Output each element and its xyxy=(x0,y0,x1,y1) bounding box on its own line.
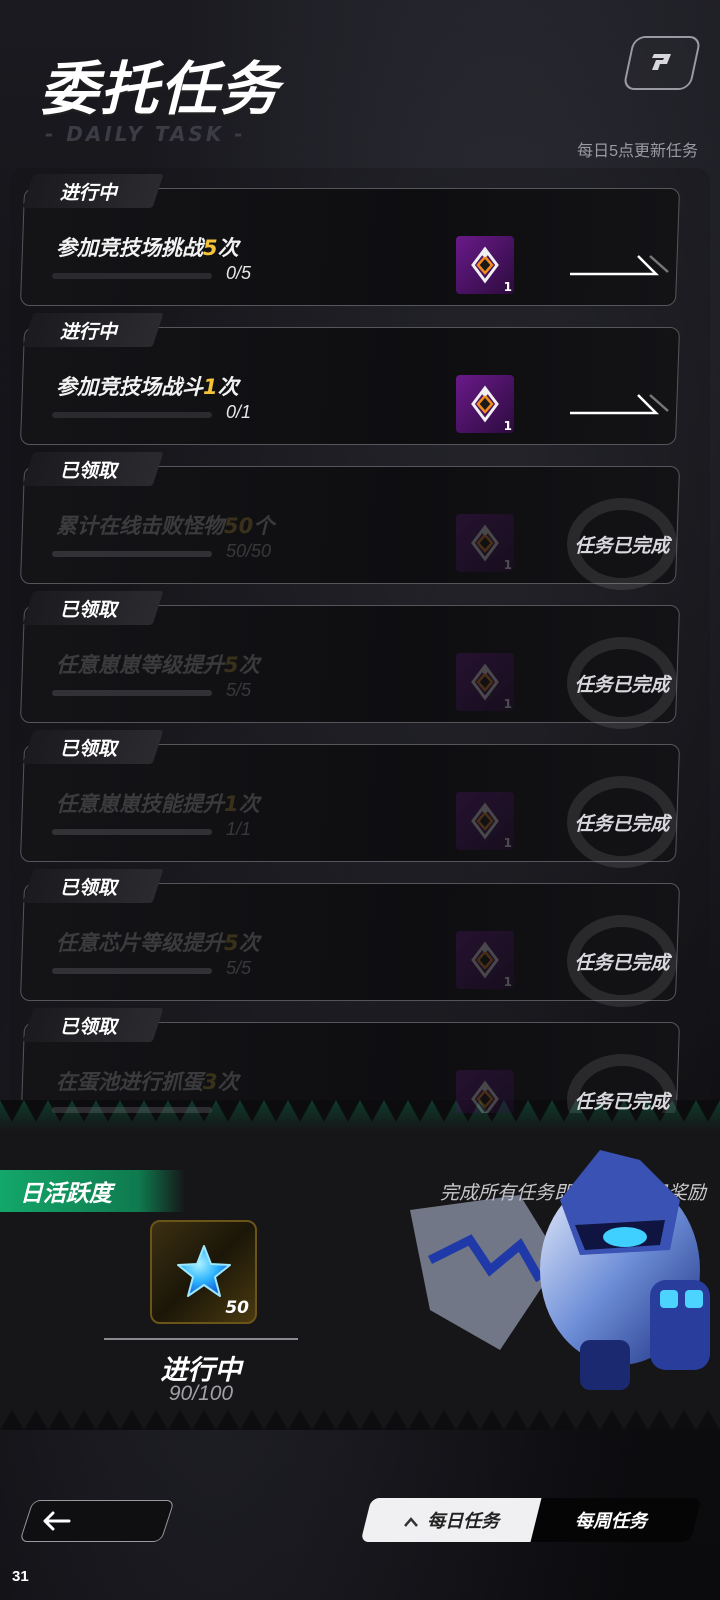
task-completed-stamp: 任务已完成 xyxy=(557,915,687,1007)
page-title: 委托任务 xyxy=(40,55,281,123)
task-name: 任意崽崽技能提升1次 xyxy=(56,792,260,816)
task-item[interactable]: 已领取任意崽崽等级提升5次 5/5 1 任务已完成 xyxy=(19,591,682,729)
chevron-up-icon xyxy=(403,1517,418,1527)
zigzag-bottom xyxy=(0,1400,720,1430)
task-item[interactable]: 已领取累计在线击败怪物50个 50/50 1 任务已完成 xyxy=(19,452,682,590)
task-progress-bar xyxy=(52,551,212,557)
task-status-tag: 进行中 xyxy=(22,313,164,347)
task-completed-stamp: 任务已完成 xyxy=(557,776,687,868)
task-name: 累计在线击败怪物50个 xyxy=(56,514,275,538)
task-tabs: 每周任务 每日任务 xyxy=(360,1498,702,1542)
activity-label: 日活跃度 xyxy=(0,1170,185,1212)
task-progress-count: 5/5 xyxy=(226,958,252,978)
task-reward[interactable]: 1 xyxy=(456,514,514,572)
task-item[interactable]: 已领取任意崽崽技能提升1次 1/1 1 任务已完成 xyxy=(19,730,682,868)
help-icon xyxy=(652,54,671,70)
task-reward-qty: 1 xyxy=(503,280,512,294)
task-status-tag: 已领取 xyxy=(22,591,164,625)
task-name: 参加竞技场战斗1次 xyxy=(56,375,239,399)
task-status-tag: 已领取 xyxy=(22,730,164,764)
task-progress-count: 1/1 xyxy=(226,819,252,839)
task-completed-label: 任务已完成 xyxy=(574,951,670,974)
task-completed-label: 任务已完成 xyxy=(574,1090,670,1113)
task-status-tag: 进行中 xyxy=(22,174,164,208)
task-name: 在蛋池进行抓蛋3次 xyxy=(56,1070,239,1094)
task-reward-qty: 1 xyxy=(503,558,512,572)
task-name: 任意崽崽等级提升5次 xyxy=(56,653,260,677)
task-item[interactable]: 已领取在蛋池进行抓蛋3次 1 任务已完成 xyxy=(19,1008,682,1113)
task-progress-count: 0/5 xyxy=(226,263,252,283)
page-subtitle: - DAILY TASK - xyxy=(45,122,246,146)
arrow-right-icon xyxy=(570,394,669,415)
arrow-right-icon xyxy=(570,255,669,276)
task-status-tag: 已领取 xyxy=(22,1008,164,1042)
task-reward[interactable]: 1 xyxy=(456,792,514,850)
emblem-icon xyxy=(471,1080,499,1113)
task-progress-count: 0/1 xyxy=(226,402,252,422)
task-progress-fill xyxy=(52,1107,212,1113)
task-progress-fill xyxy=(52,968,212,974)
task-progress-fill xyxy=(52,829,212,835)
task-reward-qty: 1 xyxy=(503,975,512,989)
page-number: 31 xyxy=(12,1568,29,1585)
refresh-note: 每日5点更新任务 xyxy=(577,143,698,160)
task-item[interactable]: 已领取任意芯片等级提升5次 5/5 1 任务已完成 xyxy=(19,869,682,1007)
task-reward-qty: 1 xyxy=(503,697,512,711)
task-progress-count: 5/5 xyxy=(226,680,252,700)
task-progress-bar xyxy=(52,1107,212,1113)
task-progress-fill xyxy=(52,690,212,696)
task-progress-bar xyxy=(52,273,212,279)
task-list[interactable]: 进行中 参加竞技场挑战5次 0/5 1 进行中 参加竞技场战斗1次 0/1 1 已领取 累计在线击… xyxy=(10,168,710,1113)
mascot-robot-image xyxy=(410,1150,710,1390)
task-progress-bar xyxy=(52,412,212,418)
task-reward-qty: 1 xyxy=(503,836,512,850)
activity-reward[interactable]: 50 xyxy=(150,1220,257,1324)
star-icon xyxy=(176,1245,231,1297)
task-completed-stamp: 任务已完成 xyxy=(557,498,687,590)
emblem-icon xyxy=(471,524,499,562)
activity-panel: 日活跃度 完成所有任务即可解锁每日奖励 50 进行中 90/100 xyxy=(0,1100,720,1430)
task-status-tag: 已领取 xyxy=(22,452,164,486)
task-completed-stamp: 任务已完成 xyxy=(557,1054,687,1113)
arrow-left-icon xyxy=(43,1511,71,1531)
emblem-icon xyxy=(471,802,499,840)
task-completed-label: 任务已完成 xyxy=(574,534,670,557)
emblem-icon xyxy=(471,385,499,423)
task-reward-qty: 1 xyxy=(503,419,512,433)
task-completed-stamp: 任务已完成 xyxy=(557,637,687,729)
activity-divider xyxy=(104,1338,298,1340)
tab-daily-label: 每日任务 xyxy=(427,1511,500,1532)
task-name: 任意芯片等级提升5次 xyxy=(56,931,260,955)
task-completed-label: 任务已完成 xyxy=(574,812,670,835)
tab-daily[interactable]: 每日任务 xyxy=(360,1498,542,1542)
task-item[interactable]: 进行中参加竞技场战斗1次 0/1 1 xyxy=(19,313,682,445)
task-progress-bar xyxy=(52,690,212,696)
task-name: 参加竞技场挑战5次 xyxy=(56,236,239,260)
task-reward[interactable]: 1 xyxy=(456,653,514,711)
tab-weekly[interactable]: 每周任务 xyxy=(520,1498,702,1542)
task-progress-fill xyxy=(52,551,212,557)
task-status-tag: 已领取 xyxy=(22,869,164,903)
task-progress-bar xyxy=(52,829,212,835)
task-progress-bar xyxy=(52,968,212,974)
task-go-button[interactable] xyxy=(570,389,670,419)
task-reward[interactable]: 1 xyxy=(456,236,514,294)
activity-reward-qty: 50 xyxy=(225,1298,249,1318)
header: 委托任务 - DAILY TASK - 每日5点更新任务 xyxy=(0,0,720,165)
task-completed-label: 任务已完成 xyxy=(574,673,670,696)
back-button[interactable] xyxy=(19,1500,175,1542)
task-reward[interactable]: 1 xyxy=(456,375,514,433)
task-go-button[interactable] xyxy=(570,250,670,280)
task-progress-count: 50/50 xyxy=(226,541,272,561)
task-reward[interactable]: 1 xyxy=(456,931,514,989)
emblem-icon xyxy=(471,663,499,701)
task-reward[interactable]: 1 xyxy=(456,1070,514,1113)
emblem-icon xyxy=(471,941,499,979)
task-item[interactable]: 进行中参加竞技场挑战5次 0/5 1 xyxy=(19,174,682,306)
emblem-icon xyxy=(471,246,499,284)
help-button[interactable] xyxy=(622,36,702,90)
